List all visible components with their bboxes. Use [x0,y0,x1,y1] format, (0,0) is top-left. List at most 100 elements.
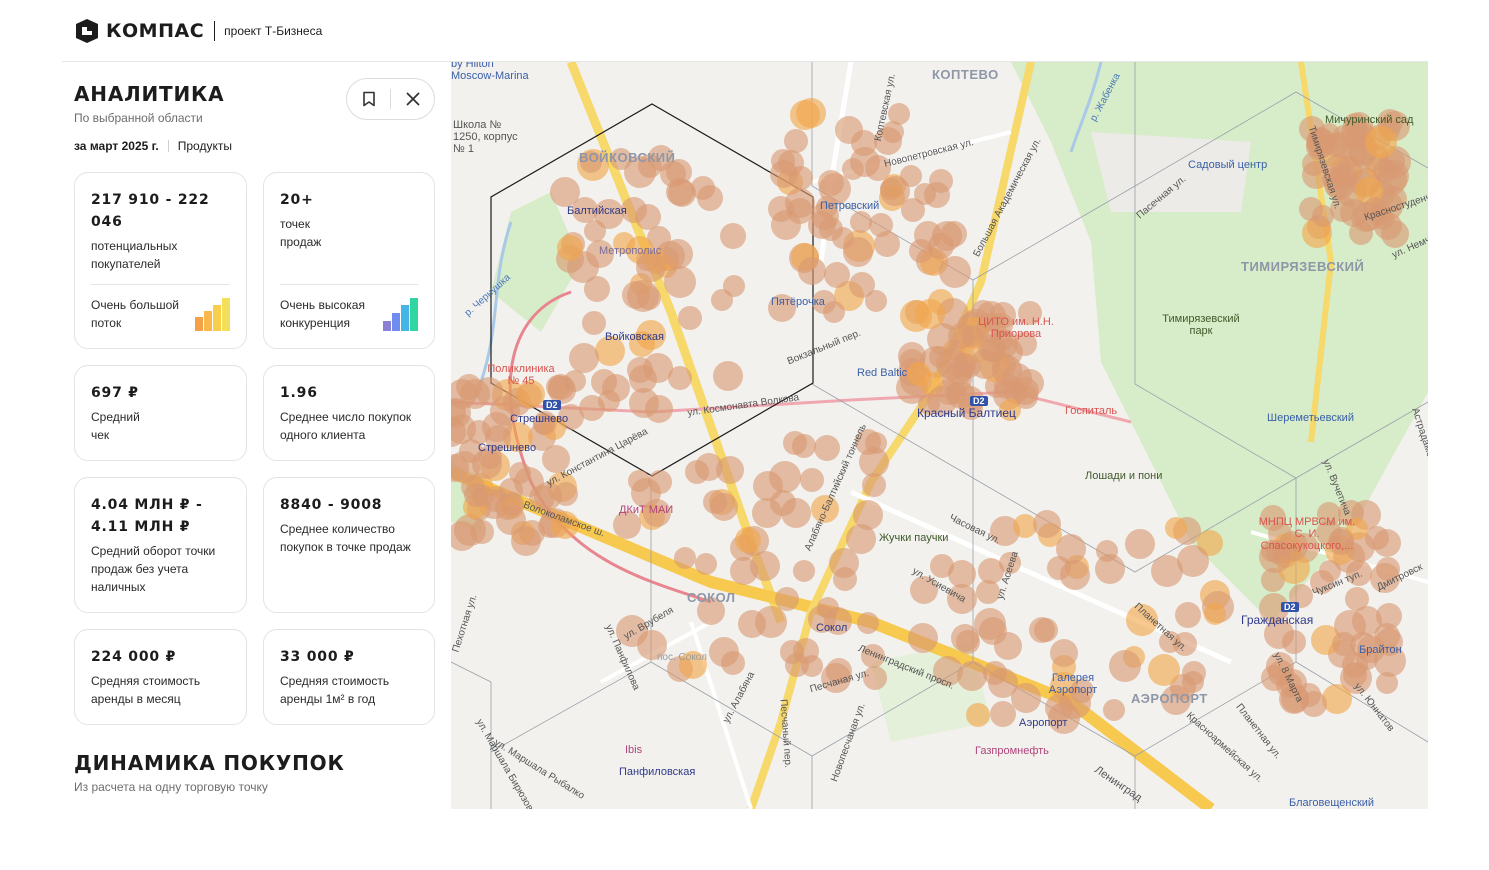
poi-label[interactable]: Тимирязевский парк [1151,313,1251,337]
heat-spot [865,290,887,312]
poi-label[interactable]: Red Baltic [857,367,907,379]
poi-label[interactable]: Пятёрочка [771,296,825,308]
heatmap-layer [451,98,1411,734]
heat-spot [1050,639,1078,667]
poi-label[interactable]: ДКиТ МАИ [619,504,673,516]
map-view[interactable]: КОПТЕВО ВОЙКОВСКИЙ ТИМИРЯЗЕВСКИЙ СОКОЛ А… [451,62,1428,809]
level-bar [392,313,400,331]
buyers-label: потенциальных покупателей [91,239,178,271]
poi-label[interactable]: Садовый центр [1188,159,1267,171]
heat-spot [939,256,971,288]
heat-spot [584,220,606,242]
metro-station[interactable]: Аэропорт [1019,717,1067,729]
poi-label[interactable]: Галерея Аэропорт [1043,672,1103,696]
heat-spot [711,289,733,311]
buyers-divider [91,284,230,285]
heat-spot [1376,603,1402,629]
poi-label[interactable]: Жучки паучки [879,532,948,544]
poi-label[interactable]: Госпиталь [1065,405,1117,417]
metro-station[interactable]: Стрешнево [478,442,536,454]
heat-spot [697,185,723,211]
heat-spot [874,231,900,257]
heat-spot [467,420,491,444]
logo-text: КОМПАС [106,20,205,42]
heat-spot [824,262,850,288]
poi-label[interactable]: ЦИТО им. Н.Н. Приорова [971,316,1061,340]
heat-spot [678,306,702,330]
rent-month-card: 224 000 ₽ Средняя стоимость аренды в мес… [74,629,247,725]
heat-spot [1204,603,1226,625]
line-badge: D2 [970,396,988,406]
heat-spot [966,703,990,727]
heat-spot [1029,617,1055,643]
heat-spot [907,362,931,386]
level-bar [410,298,418,331]
rail-station[interactable]: Стрешнево [510,413,568,425]
heat-spot [1301,691,1327,717]
poi-label[interactable]: Поликлиника № 45 [485,363,557,387]
poi-label[interactable]: Благовещенский [1289,797,1374,809]
heat-spot [472,485,494,507]
rail-station[interactable]: Красный Балтиец [917,406,1016,420]
heat-spot [582,311,606,335]
heat-spot [735,527,761,553]
points-value: 20+ [280,192,314,208]
level-bar [222,298,230,331]
heat-spot [716,456,744,484]
heat-spot [664,266,696,298]
rent-m2-label: Средняя стоимость аренды 1м² в год [280,674,390,706]
heat-spot [627,280,659,312]
heat-spot [800,468,824,492]
heat-spot [775,587,799,611]
heat-spot [685,460,709,484]
heat-spot [880,176,910,206]
rail-station[interactable]: Гражданская [1241,613,1313,627]
level-bar [195,317,203,331]
poi-label[interactable]: Метрополис [599,245,661,257]
poi-label[interactable]: МНПЦ МРВСМ им. С. И. Спасокукоцкого,... [1257,516,1357,552]
poi-label[interactable]: Ibis [625,744,642,756]
poi-label[interactable]: Брайтон [1359,644,1402,656]
poi-label[interactable]: by Hilton Moscow-Marina [451,62,531,82]
metro-station[interactable]: Панфиловская [619,766,695,778]
heat-spot [663,239,693,269]
close-button[interactable] [391,79,434,119]
purchases-point-card: 8840 - 9008 Среднее количество покупок в… [263,477,435,613]
heat-spot [801,655,823,677]
poi-label[interactable]: Шереметьевский [1267,412,1354,424]
panel-subtitle: По выбранной области [74,111,203,125]
heat-spot [992,355,1022,385]
district-label: АЭРОПОРТ [1131,691,1208,706]
heat-spot [1376,672,1398,694]
poi-label[interactable]: Петровский [820,200,879,212]
metro-station[interactable]: Войковская [605,331,664,343]
district-label: КОПТЕВО [932,67,999,82]
logo-divider [214,21,216,41]
heat-spot [1095,554,1125,584]
bookmark-button[interactable] [347,79,390,119]
poi-label[interactable]: Газпромнефть [975,745,1049,757]
rent-month-value: 224 000 ₽ [91,649,177,665]
points-rating: Очень высокая конкуренция [280,298,365,330]
avg-purchases-card: 1.96 Среднее число покупок одного клиент… [263,365,435,461]
purchases-point-value: 8840 - 9008 [280,497,383,513]
check-card: 697 ₽ Средний чек [74,365,247,461]
heat-spot [862,473,886,497]
heat-spot [1373,529,1401,557]
poi-label[interactable]: Лошади и пони [1085,470,1162,482]
metro-station[interactable]: Сокол [816,622,847,634]
period-divider [167,140,169,152]
products-link[interactable]: Продукты [178,139,232,153]
heat-spot [784,129,808,153]
turnover-card: 4.04 МЛН ₽ - 4.11 МЛН ₽ Средний оборот т… [74,477,247,613]
heat-spot [814,435,840,461]
poi-label[interactable]: Мичуринский сад [1325,114,1413,126]
metro-station[interactable]: Балтийская [567,205,627,217]
heat-spot [645,395,673,423]
turnover-label: Средний оборот точки продаж без учета на… [91,544,216,594]
heat-spot [550,177,580,207]
heat-spot [713,361,743,391]
poi-label[interactable]: Школа № 1250, корпус № 1 [453,119,531,155]
kompas-logo[interactable]: КОМПАС проект Т-Бизнеса [74,18,322,44]
dynamics-title: ДИНАМИКА ПОКУПОК [74,751,345,775]
